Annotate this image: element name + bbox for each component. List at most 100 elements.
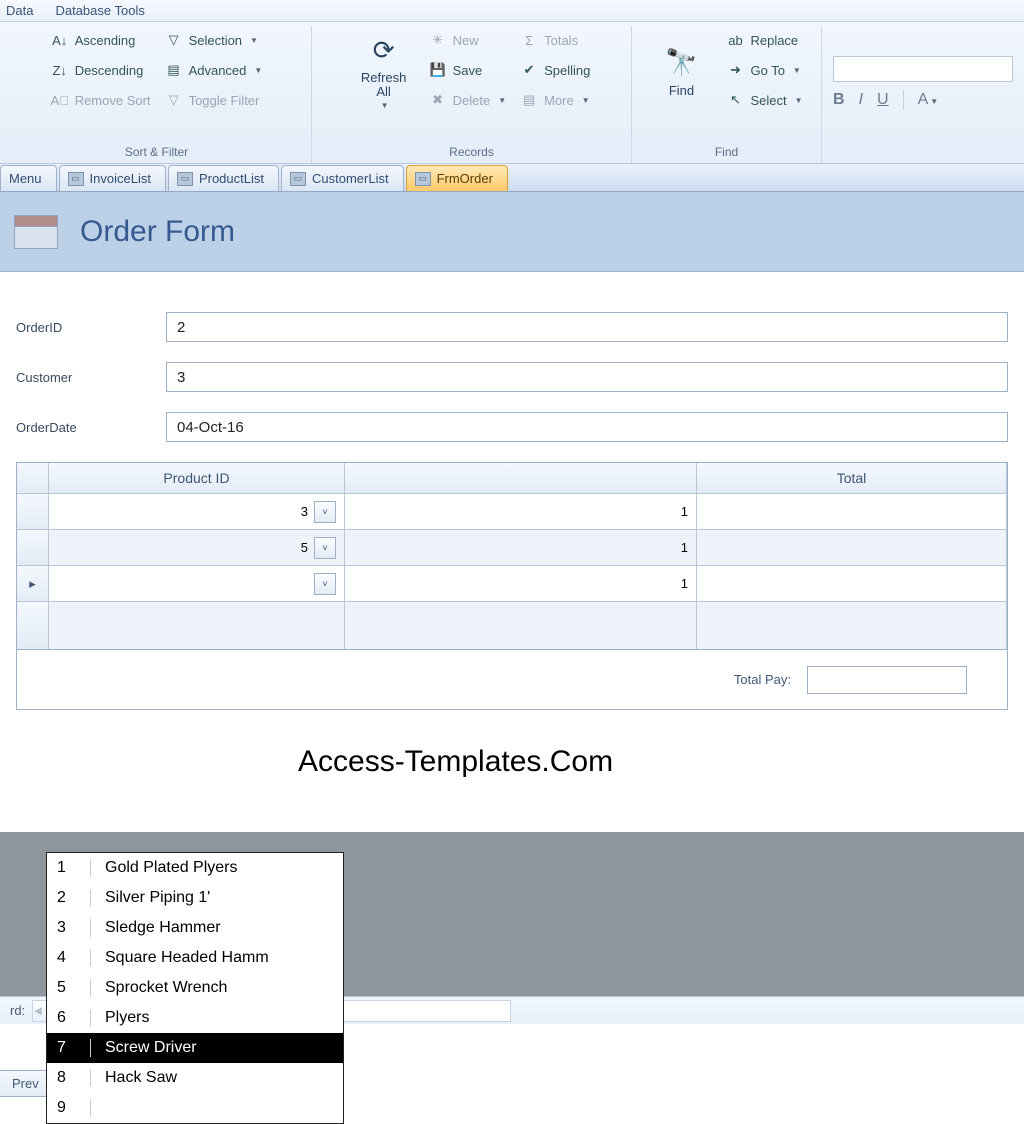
goto-button[interactable]: ➜Go To▼ <box>726 58 802 82</box>
chevron-down-icon: ▼ <box>250 36 258 45</box>
orderdate-input[interactable] <box>166 412 1008 442</box>
col-total[interactable]: Total <box>697 463 1007 493</box>
table-row-empty[interactable] <box>17 601 1007 649</box>
chevron-down-icon: ▼ <box>498 96 506 105</box>
form-header: Order Form <box>0 192 1024 272</box>
tab-frmorder[interactable]: ▭FrmOrder <box>406 165 508 191</box>
remove-sort-icon: A⃠ <box>51 91 69 109</box>
dropdown-item[interactable]: 3Sledge Hammer <box>47 913 343 943</box>
orderid-label: OrderID <box>16 320 166 335</box>
row-selector[interactable] <box>17 602 49 649</box>
find-button[interactable]: 🔭 Find <box>650 28 712 114</box>
delete-icon: ✖ <box>429 91 447 109</box>
form-icon: ▭ <box>290 172 306 186</box>
bold-button[interactable]: B <box>833 91 845 109</box>
dropdown-item[interactable]: 1Gold Plated Plyers <box>47 853 343 883</box>
replace-icon: ab <box>726 31 744 49</box>
total-pay-input[interactable] <box>807 666 967 694</box>
ascending-button[interactable]: A↓Ascending <box>51 28 151 52</box>
total-pay-label: Total Pay: <box>734 672 791 687</box>
menu-bar: Data Database Tools <box>0 0 1024 22</box>
more-icon: ▤ <box>520 91 538 109</box>
refresh-all-button[interactable]: ⟳ Refresh All ▼ <box>353 28 415 114</box>
ribbon-group-text-formatting: B I U A▼ <box>822 26 1024 163</box>
chevron-down-icon: ▼ <box>582 96 590 105</box>
spelling-icon: ✔ <box>520 61 538 79</box>
advanced-button[interactable]: ▤Advanced▼ <box>165 58 263 82</box>
new-icon: ✳ <box>429 31 447 49</box>
dropdown-item[interactable]: 5Sprocket Wrench <box>47 973 343 1003</box>
product-combo-open[interactable]: ˅ <box>314 573 336 595</box>
select-icon: ↖ <box>726 91 744 109</box>
orderid-input[interactable] <box>166 312 1008 342</box>
document-tabs: Menu ▭InvoiceList ▭ProductList ▭Customer… <box>0 164 1024 192</box>
table-row[interactable]: ▸ ˅ 1 <box>17 565 1007 601</box>
toggle-filter-button[interactable]: ▽Toggle Filter <box>165 88 263 112</box>
binoculars-icon: 🔭 <box>663 45 699 81</box>
dropdown-item[interactable]: 6Plyers <box>47 1003 343 1033</box>
font-selector[interactable] <box>833 56 1013 82</box>
group-label: Sort & Filter <box>2 145 311 159</box>
descending-button[interactable]: Z↓Descending <box>51 58 151 82</box>
italic-button[interactable]: I <box>859 91 863 109</box>
watermark: Access-Templates.Com <box>298 745 613 779</box>
dropdown-item[interactable]: 8Hack Saw <box>47 1063 343 1093</box>
product-dropdown-list[interactable]: 1Gold Plated Plyers2Silver Piping 1'3Sle… <box>46 852 344 1124</box>
save-icon: 💾 <box>429 61 447 79</box>
selection-button[interactable]: ▽Selection▼ <box>165 28 263 52</box>
row-selector-current[interactable]: ▸ <box>17 566 49 601</box>
form-view: Order Form OrderID Customer OrderDate Pr… <box>0 192 1024 710</box>
record-label: rd: <box>2 1003 33 1018</box>
ribbon-group-records: ⟳ Refresh All ▼ ✳New 💾Save ✖Delete▼ ΣTot… <box>312 26 632 163</box>
prev-button[interactable]: Prev <box>0 1070 52 1097</box>
table-row[interactable]: 3˅ 1 <box>17 493 1007 529</box>
form-icon: ▭ <box>177 172 193 186</box>
customer-input[interactable] <box>166 362 1008 392</box>
col-qty[interactable] <box>345 463 697 493</box>
totals-button[interactable]: ΣTotals <box>520 28 590 52</box>
order-items-grid: Product ID Total 3˅ 1 5˅ 1 ▸ <box>16 462 1008 650</box>
remove-sort-button[interactable]: A⃠Remove Sort <box>51 88 151 112</box>
menu-data[interactable]: Data <box>6 3 33 18</box>
refresh-icon: ⟳ <box>366 33 402 69</box>
product-combo[interactable]: ˅ <box>314 537 336 559</box>
tab-invoicelist[interactable]: ▭InvoiceList <box>59 165 166 191</box>
advanced-icon: ▤ <box>165 61 183 79</box>
delete-button[interactable]: ✖Delete▼ <box>429 88 507 112</box>
row-selector[interactable] <box>17 530 49 565</box>
underline-button[interactable]: U <box>877 91 889 109</box>
menu-database-tools[interactable]: Database Tools <box>55 3 144 18</box>
dropdown-item[interactable]: 4Square Headed Hamm <box>47 943 343 973</box>
product-combo[interactable]: ˅ <box>314 501 336 523</box>
filter-icon: ▽ <box>165 91 183 109</box>
spelling-button[interactable]: ✔Spelling <box>520 58 590 82</box>
col-product-id[interactable]: Product ID <box>49 463 345 493</box>
sort-desc-icon: Z↓ <box>51 61 69 79</box>
table-row[interactable]: 5˅ 1 <box>17 529 1007 565</box>
tab-customerlist[interactable]: ▭CustomerList <box>281 165 404 191</box>
select-button[interactable]: ↖Select▼ <box>726 88 802 112</box>
tab-productlist[interactable]: ▭ProductList <box>168 165 279 191</box>
sort-asc-icon: A↓ <box>51 31 69 49</box>
dropdown-item[interactable]: 9 <box>47 1093 343 1123</box>
form-icon: ▭ <box>68 172 84 186</box>
ribbon-group-sort-filter: A↓Ascending Z↓Descending A⃠Remove Sort ▽… <box>2 26 312 163</box>
new-record-button[interactable]: ✳New <box>429 28 507 52</box>
font-color-button[interactable]: A▼ <box>918 91 939 109</box>
group-label: Records <box>312 145 631 159</box>
chevron-down-icon: ▼ <box>254 66 262 75</box>
more-button[interactable]: ▤More▼ <box>520 88 590 112</box>
chevron-down-icon: ▼ <box>795 96 803 105</box>
tab-menu[interactable]: Menu <box>0 165 57 191</box>
row-selector[interactable] <box>17 494 49 529</box>
selection-icon: ▽ <box>165 31 183 49</box>
replace-button[interactable]: abReplace <box>726 28 802 52</box>
dropdown-item[interactable]: 2Silver Piping 1' <box>47 883 343 913</box>
dropdown-item[interactable]: 7Screw Driver <box>47 1033 343 1063</box>
chevron-down-icon: ▼ <box>381 101 389 110</box>
form-icon: ▭ <box>415 172 431 186</box>
chevron-down-icon: ▼ <box>793 66 801 75</box>
ribbon: A↓Ascending Z↓Descending A⃠Remove Sort ▽… <box>0 22 1024 164</box>
save-button[interactable]: 💾Save <box>429 58 507 82</box>
goto-icon: ➜ <box>726 61 744 79</box>
